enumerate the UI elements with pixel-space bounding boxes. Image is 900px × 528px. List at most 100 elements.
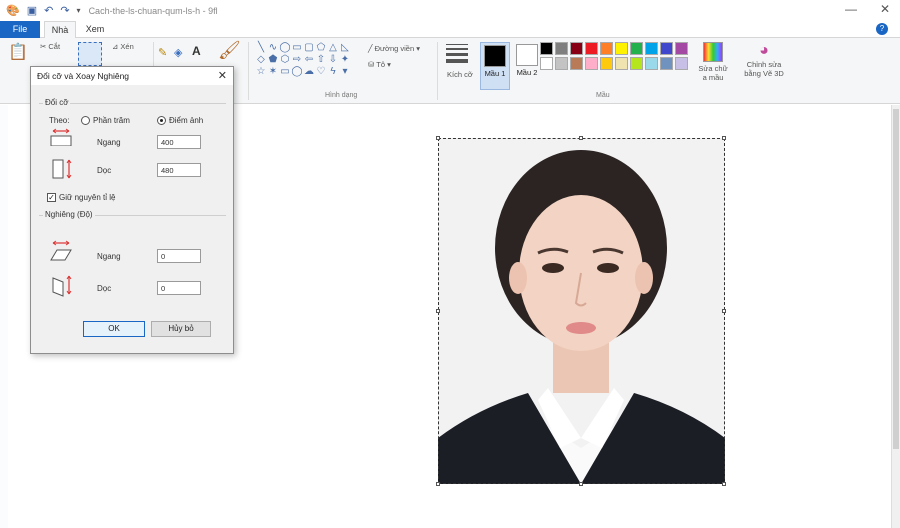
select-tool-button[interactable] [78,42,102,66]
palette-swatch[interactable] [645,57,658,70]
customize-dropdown-icon[interactable]: ▾ [77,6,81,15]
brush-icon[interactable]: 🖌 [218,40,241,61]
down-arrow-icon[interactable]: ⇩ [327,54,339,66]
tab-home[interactable]: Nhà [44,21,76,38]
callout-oval-icon[interactable]: ◯ [291,66,303,78]
star6-icon[interactable]: ✶ [267,66,279,78]
palette-swatch[interactable] [630,57,643,70]
pencil-icon[interactable]: ✎ [158,46,167,59]
palette-swatch[interactable] [660,42,673,55]
color1-button[interactable]: Mầu 1 [480,42,510,90]
triangle-shape-icon[interactable]: △ [327,42,339,54]
palette-swatch[interactable] [675,57,688,70]
fill-icon[interactable]: ◈ [174,46,182,59]
star5-icon[interactable]: ☆ [255,66,267,78]
percent-radio[interactable] [81,116,90,125]
paint3d-button[interactable]: ◕ Chỉnh sửa bằng Vẽ 3D [740,42,788,78]
heart-shape-icon[interactable]: ♡ [315,66,327,78]
up-arrow-icon[interactable]: ⇧ [315,54,327,66]
scrollbar-thumb[interactable] [893,109,899,449]
palette-swatch[interactable] [675,42,688,55]
palette-swatch[interactable] [630,42,643,55]
rounded-rect-shape-icon[interactable]: ▢ [303,42,315,54]
resize-handle-bl[interactable] [436,482,440,486]
tab-file[interactable]: File [0,21,40,38]
palette-swatch[interactable] [600,42,613,55]
paste-icon[interactable]: 📋 [8,42,28,62]
quick-access-toolbar: 🎨 ▣ ↶ ↷ ▾ [0,4,81,17]
star4-icon[interactable]: ✦ [339,54,351,66]
edit-colors-button[interactable]: Sửa chữ a mầu [698,42,728,82]
palette-swatch[interactable] [555,42,568,55]
callout-rect-icon[interactable]: ▭ [279,66,291,78]
skew-vertical-input[interactable]: 0 [157,281,201,295]
palette-swatch[interactable] [645,42,658,55]
color2-button[interactable]: Mầu 2 [512,42,542,90]
tab-view[interactable]: Xem [80,21,110,38]
resize-vertical-input[interactable]: 480 [157,163,201,177]
palette-swatch[interactable] [585,57,598,70]
right-triangle-icon[interactable]: ◺ [339,42,351,54]
crop-button[interactable]: ⊿ Xén [112,42,134,51]
pixels-radio[interactable] [157,116,166,125]
palette-swatch[interactable] [600,57,613,70]
palette-swatch[interactable] [570,42,583,55]
curve-shape-icon[interactable]: ∿ [267,42,279,54]
undo-icon[interactable]: ↶ [44,4,53,17]
resize-handle-tl[interactable] [436,136,440,140]
help-icon[interactable]: ? [876,23,888,35]
ok-button[interactable]: OK [83,321,145,337]
resize-vertical-label: Dọc [97,166,112,175]
ribbon-tabs: File Nhà Xem ? [0,21,900,38]
palette-swatch[interactable] [540,57,553,70]
vertical-scrollbar[interactable] [891,105,900,528]
keep-ratio-checkbox[interactable]: ✓ [47,193,56,202]
diamond-shape-icon[interactable]: ◇ [255,54,267,66]
resize-handle-br[interactable] [722,482,726,486]
resize-handle-left[interactable] [436,309,440,313]
save-icon[interactable]: ▣ [27,4,37,17]
size-button[interactable] [446,44,468,63]
resize-handle-bottom[interactable] [579,482,583,486]
palette-swatch[interactable] [660,57,673,70]
resize-handle-right[interactable] [722,309,726,313]
palette-swatch[interactable] [570,57,583,70]
fill-button[interactable]: ⛁ Tô ▾ [368,60,391,69]
shapes-more-icon[interactable]: ▾ [339,66,351,78]
window-title: Cach-the-ls-chuan-qum-ls-h - 9fl [88,5,218,16]
palette-swatch[interactable] [585,42,598,55]
fill-bucket-icon: ⛁ [368,60,375,69]
palette-swatch[interactable] [615,42,628,55]
redo-icon[interactable]: ↷ [60,4,69,17]
resize-horizontal-input[interactable]: 400 [157,135,201,149]
skew-horizontal-input[interactable]: 0 [157,249,201,263]
close-window-button[interactable]: ✕ [880,2,890,16]
outline-button[interactable]: ╱ Đường viền ▾ [368,44,420,53]
hexagon-shape-icon[interactable]: ⬡ [279,54,291,66]
oval-shape-icon[interactable]: ◯ [279,42,291,54]
resize-handle-top[interactable] [579,136,583,140]
pentagon-shape-icon[interactable]: ⬟ [267,54,279,66]
lightning-shape-icon[interactable]: ϟ [327,66,339,78]
callout-cloud-icon[interactable]: ☁ [303,66,315,78]
skew-group: Nghiêng (Độ) Ngang 0 Dọc 0 [39,210,226,301]
line-shape-icon[interactable]: ╲ [255,42,267,54]
resize-handle-tr[interactable] [722,136,726,140]
title-bar: 🎨 ▣ ↶ ↷ ▾ Cach-the-ls-chuan-qum-ls-h - 9… [0,0,900,21]
cut-button[interactable]: ✂ Cắt [40,42,60,51]
palette-swatch[interactable] [540,42,553,55]
crop-label: Xén [120,42,134,51]
dialog-close-icon[interactable]: ✕ [218,69,227,82]
minimize-button[interactable]: — [845,2,857,16]
polygon-shape-icon[interactable]: ⬠ [315,42,327,54]
palette-swatch[interactable] [555,57,568,70]
right-arrow-icon[interactable]: ⇨ [291,54,303,66]
left-arrow-icon[interactable]: ⇦ [303,54,315,66]
skew-horizontal-label: Ngang [97,252,121,261]
color-spectrum-icon [703,42,723,62]
rectangle-shape-icon[interactable]: ▭ [291,42,303,54]
selection-rectangle[interactable] [438,138,725,484]
palette-swatch[interactable] [615,57,628,70]
cancel-button[interactable]: Hủy bỏ [151,321,211,337]
text-tool-icon[interactable]: A [192,44,201,58]
